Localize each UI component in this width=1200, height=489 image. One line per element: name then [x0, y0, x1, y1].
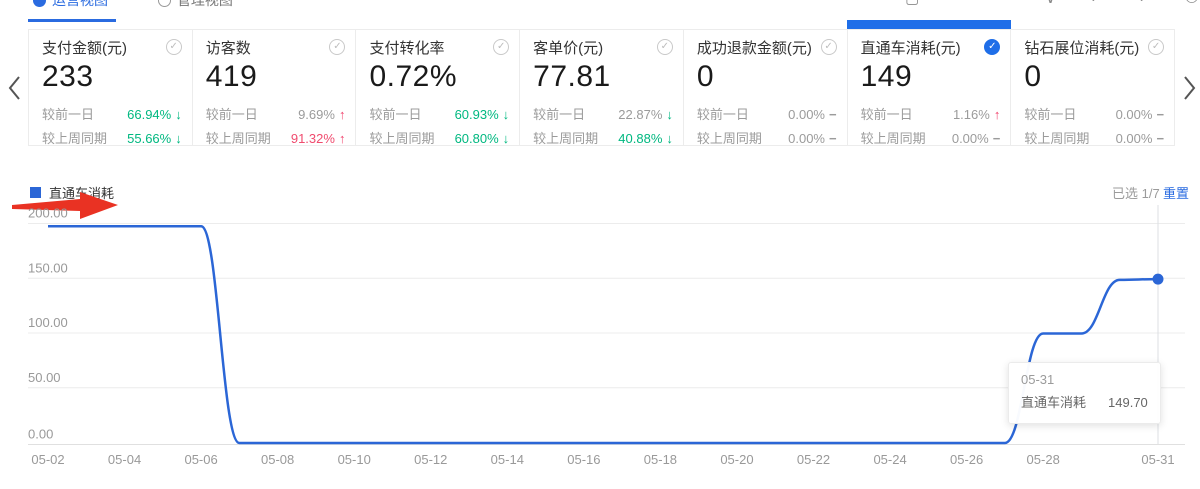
svg-text:05-31: 05-31 — [1141, 452, 1174, 467]
svg-text:05-18: 05-18 — [644, 452, 677, 467]
svg-text:05-12: 05-12 — [414, 452, 447, 467]
svg-text:05-06: 05-06 — [184, 452, 217, 467]
svg-text:05-22: 05-22 — [797, 452, 830, 467]
svg-text:150.00: 150.00 — [28, 260, 68, 275]
tooltip-series-label: 直通车消耗 — [1021, 392, 1086, 414]
svg-text:100.00: 100.00 — [28, 315, 68, 330]
svg-text:200.00: 200.00 — [28, 206, 68, 221]
svg-text:0.00: 0.00 — [28, 427, 53, 442]
chart-tooltip: 05-31 直通车消耗 149.70 — [1008, 362, 1161, 424]
svg-text:05-24: 05-24 — [873, 452, 906, 467]
svg-text:05-28: 05-28 — [1027, 452, 1060, 467]
svg-text:05-14: 05-14 — [491, 452, 524, 467]
svg-text:05-04: 05-04 — [108, 452, 141, 467]
svg-text:05-20: 05-20 — [720, 452, 753, 467]
svg-text:05-26: 05-26 — [950, 452, 983, 467]
svg-text:05-10: 05-10 — [338, 452, 371, 467]
svg-text:05-16: 05-16 — [567, 452, 600, 467]
tooltip-value: 149.70 — [1086, 392, 1148, 414]
dashboard-page: 运营视图 管理视图 ▢ ⋯ ∨ ‹ › ◯ ✓ 支付金额(元) 233 较前一日… — [0, 0, 1200, 489]
svg-text:05-08: 05-08 — [261, 452, 294, 467]
tooltip-date: 05-31 — [1021, 370, 1148, 390]
svg-text:05-02: 05-02 — [31, 452, 64, 467]
svg-text:50.00: 50.00 — [28, 370, 61, 385]
